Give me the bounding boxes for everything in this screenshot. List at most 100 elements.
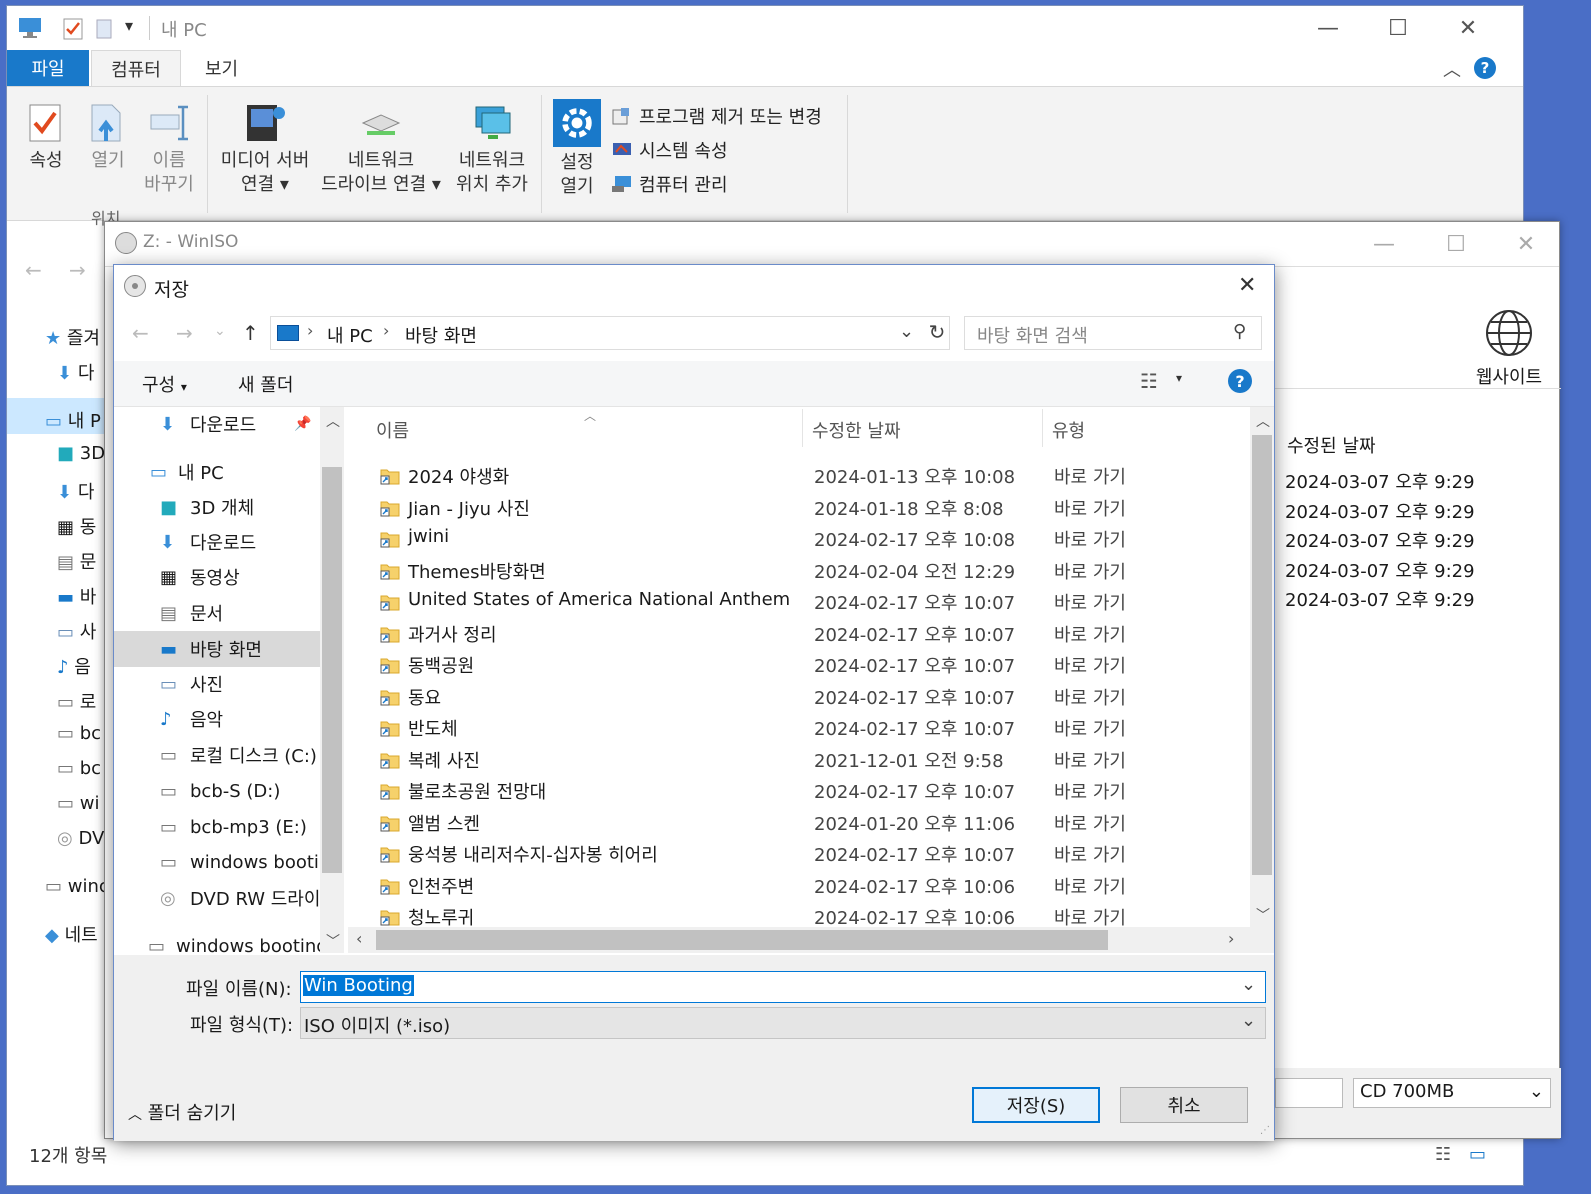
rename-button[interactable]: 이름 바꾸기 (141, 101, 197, 197)
resize-grip-icon[interactable]: ⋰ (1260, 1125, 1270, 1136)
nav-item-windows-booting[interactable]: ▭ windows booting (148, 929, 344, 954)
breadcrumb-desktop[interactable]: 바탕 화면 (405, 322, 477, 348)
nav-windows-booting[interactable]: ▭ winc (45, 876, 109, 921)
search-box[interactable]: 바탕 화면 검색 ⚲ (964, 316, 1262, 350)
cd-size-select[interactable]: CD 700MB ⌄ (1353, 1078, 1551, 1108)
chevron-down-icon[interactable]: ▾ (1176, 371, 1182, 385)
qat-dropdown-icon[interactable]: ▾ (125, 16, 133, 35)
forward-button[interactable]: → (69, 258, 86, 282)
new-folder-icon[interactable] (95, 18, 113, 40)
nav-drive-e[interactable]: ▭ bc (45, 758, 109, 793)
properties-icon[interactable] (63, 18, 85, 40)
nav-local-disk[interactable]: ▭ 로 (45, 688, 109, 723)
nav-item-downloads-pinned[interactable]: ⬇ 다운로드 📌 (160, 407, 344, 441)
column-modified[interactable]: 수정된 날짜 (1287, 432, 1376, 458)
scroll-right-icon[interactable]: › (1228, 929, 1234, 948)
address-bar[interactable]: › 내 PC › 바탕 화면 ⌄ (270, 316, 950, 350)
recent-dropdown-icon[interactable]: ⌄ (214, 323, 226, 339)
scrollbar-thumb[interactable] (376, 930, 1108, 950)
nav-item-local-disk[interactable]: ▭ 로컬 디스크 (C:) (160, 738, 344, 772)
nav-item-drive-e[interactable]: ▭ bcb-mp3 (E:) (160, 810, 344, 844)
nav-item-drive-d[interactable]: ▭ bcb-S (D:) (160, 774, 344, 808)
open-button[interactable]: 열기 (83, 101, 133, 173)
nav-item-documents[interactable]: ▤ 문서 (160, 596, 344, 630)
scroll-down-icon[interactable]: ﹀ (1256, 905, 1270, 925)
nav-item-pictures[interactable]: ▭ 사진 (160, 667, 344, 701)
nav-item-dvd[interactable]: ◎ DVD RW 드라이 (160, 881, 344, 915)
table-row[interactable]: Jian - Jiyu 사진 2024-01-18 오후 8:08 바로 가기 (348, 491, 1243, 523)
nav-item-windows-bootin[interactable]: ▭ windows bootin (160, 845, 344, 879)
table-row[interactable]: 복례 사진 2021-12-01 오전 9:58 바로 가기 (348, 743, 1243, 775)
save-button[interactable]: 저장(S) (972, 1087, 1100, 1123)
help-icon[interactable]: ? (1474, 57, 1496, 79)
size-field[interactable] (1275, 1078, 1343, 1108)
table-row[interactable]: 반도체 2024-02-17 오후 10:07 바로 가기 (348, 711, 1243, 743)
organize-button[interactable]: 구성 ▾ (142, 371, 187, 397)
tab-view[interactable]: 보기 (187, 50, 256, 86)
hide-folders-button[interactable]: ︿ 폴더 숨기기 (128, 1099, 236, 1125)
nav-network[interactable]: ◆ 네트 (45, 921, 109, 956)
nav-documents[interactable]: ▤ 문 (45, 548, 109, 583)
forward-button[interactable]: → (176, 321, 193, 345)
tab-file[interactable]: 파일 (7, 50, 89, 86)
nav-videos[interactable]: ▦ 동 (45, 513, 109, 548)
table-row[interactable]: 웅석봉 내리저수지-십자봉 히어리 2024-02-17 오후 10:07 바로 가… (348, 837, 1243, 869)
new-folder-button[interactable]: 새 폴더 (238, 371, 293, 397)
tab-computer[interactable]: 컴퓨터 (91, 50, 181, 86)
refresh-icon[interactable]: ↻ (924, 320, 950, 346)
large-icons-view-icon[interactable]: ▭ (1469, 1144, 1486, 1165)
nav-dvd[interactable]: ◎ DV (45, 828, 109, 876)
file-list-hscrollbar[interactable]: ‹ › (348, 927, 1274, 953)
system-properties-button[interactable]: 시스템 속성 (611, 133, 822, 167)
table-row[interactable]: 동요 2024-02-17 오후 10:07 바로 가기 (348, 680, 1243, 712)
chevron-down-icon[interactable]: ⌄ (899, 321, 914, 342)
nav-3d[interactable]: ■ 3D (45, 443, 109, 478)
table-row[interactable]: United States of America National Anthem… (348, 585, 1243, 617)
column-header-name[interactable]: 이름 (376, 417, 409, 443)
chevron-down-icon[interactable]: ⌄ (1241, 974, 1256, 995)
winiso-close-button[interactable]: ✕ (1491, 222, 1561, 266)
scrollbar-thumb[interactable] (322, 467, 342, 873)
filename-input[interactable]: Win Booting ⌄ (300, 971, 1266, 1003)
nav-item-desktop[interactable]: ▬ 바탕 화면 (160, 632, 344, 666)
nav-item-this-pc[interactable]: ▭ 내 PC (150, 455, 344, 489)
back-button[interactable]: ← (25, 258, 42, 282)
nav-item-music[interactable]: ♪ 음악 (160, 702, 344, 736)
properties-button[interactable]: 속성 (21, 101, 71, 173)
computer-management-button[interactable]: 컴퓨터 관리 (611, 167, 822, 201)
scroll-left-icon[interactable]: ‹ (356, 929, 362, 948)
nav-pictures[interactable]: ▭ 사 (45, 618, 109, 653)
open-settings-button[interactable]: 설정 열기 (551, 99, 603, 199)
nav-downloads[interactable]: ⬇ 다 (45, 359, 109, 407)
table-row[interactable]: jwini 2024-02-17 오후 10:08 바로 가기 (348, 522, 1243, 554)
table-row[interactable]: 2024 야생화 2024-01-13 오후 10:08 바로 가기 (348, 459, 1243, 491)
help-icon[interactable]: ? (1228, 369, 1252, 393)
table-row[interactable]: 불로초공원 전망대 2024-02-17 오후 10:07 바로 가기 (348, 774, 1243, 806)
table-row[interactable]: 동백공원 2024-02-17 오후 10:07 바로 가기 (348, 648, 1243, 680)
winiso-maximize-button[interactable]: ☐ (1421, 222, 1491, 266)
nav-drive-d[interactable]: ▭ bc (45, 723, 109, 758)
nav-music[interactable]: ♪ 음 (45, 653, 109, 688)
nav-downloads-2[interactable]: ⬇ 다 (45, 478, 109, 513)
map-drive-button[interactable]: 네트워크 드라이브 연결 ▾ (317, 101, 445, 197)
scroll-up-icon[interactable]: ︿ (326, 411, 340, 431)
column-header-date[interactable]: 수정한 날짜 (812, 417, 901, 443)
nav-quick-access[interactable]: ★ 즐겨 (45, 324, 109, 359)
details-view-icon[interactable]: ☷ (1435, 1144, 1451, 1165)
dialog-close-button[interactable]: ✕ (1238, 273, 1256, 298)
nav-scrollbar[interactable]: ︿ ﹀ (320, 407, 344, 953)
up-button[interactable]: ↑ (242, 321, 259, 345)
nav-item-videos[interactable]: ▦ 동영상 (160, 560, 344, 594)
cancel-button[interactable]: 취소 (1120, 1087, 1248, 1123)
back-button[interactable]: ← (132, 321, 149, 345)
website-button[interactable]: 웹사이트 (1459, 308, 1559, 389)
collapse-ribbon-icon[interactable]: ︿ (1443, 56, 1461, 82)
minimize-button[interactable]: — (1293, 6, 1363, 50)
nav-this-pc[interactable]: ▭ 내 P (45, 407, 109, 443)
nav-item-downloads[interactable]: ⬇ 다운로드 (160, 525, 344, 559)
filetype-select[interactable]: ISO 이미지 (*.iso) ⌄ (300, 1007, 1266, 1039)
add-network-location-button[interactable]: 네트워크 위치 추가 (449, 101, 535, 197)
nav-item-3d[interactable]: ■ 3D 개체 (160, 490, 344, 524)
file-list-scrollbar[interactable]: ︿ ﹀ (1250, 407, 1274, 927)
nav-drive-win[interactable]: ▭ wi (45, 793, 109, 828)
